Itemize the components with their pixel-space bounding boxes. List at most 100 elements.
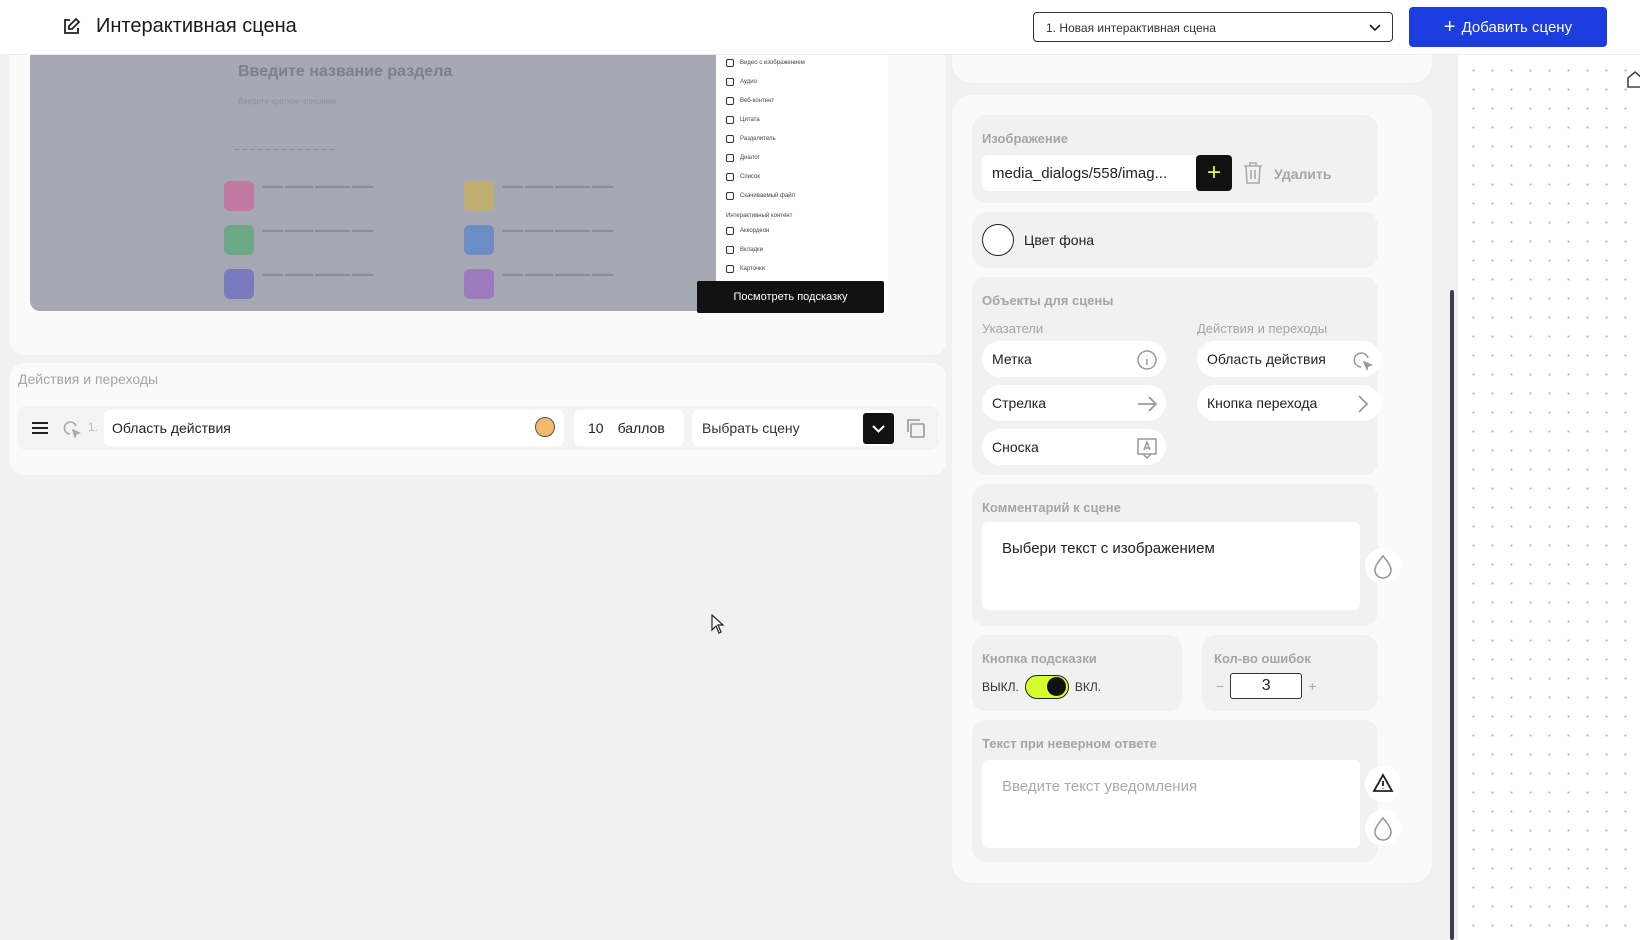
scene-preview-image[interactable]: Введите название раздела Введите краткое… xyxy=(30,55,716,311)
errors-count-label: Кол-во ошибок xyxy=(1214,651,1311,666)
object-marker[interactable]: Метка xyxy=(982,341,1166,377)
dot-grid-canvas xyxy=(1458,55,1640,940)
image-file-field[interactable]: media_dialogs/558/imag... xyxy=(982,155,1202,191)
plus-icon: + xyxy=(1443,16,1456,38)
preview-menu-item: Список xyxy=(726,173,760,181)
drop-icon[interactable] xyxy=(1365,810,1401,846)
preview-menu-item: Скачиваемый файл xyxy=(726,192,795,200)
right-panel-top xyxy=(952,55,1432,83)
object-transition-label: Кнопка перехода xyxy=(1207,395,1318,411)
actions-section-label: Действия и переходы xyxy=(18,371,159,387)
toggle-knob xyxy=(1046,677,1066,696)
home-icon[interactable] xyxy=(1627,70,1640,88)
preview-block: ▬▬▬ ▬▬▬▬ ▬▬▬▬▬ ▬▬▬ xyxy=(464,269,704,305)
page-title: Интерактивная сцена xyxy=(96,15,297,37)
action-name-input[interactable]: Область действия xyxy=(104,410,564,446)
background-color-picker[interactable] xyxy=(982,224,1014,256)
chevron-right-icon xyxy=(1358,395,1369,413)
view-hint-button[interactable]: Посмотреть подсказку xyxy=(697,281,884,313)
wrong-answer-input[interactable]: Введите текст уведомления xyxy=(982,760,1360,848)
comment-input[interactable]: Выбери текст с изображением xyxy=(982,522,1360,610)
comment-label: Комментарий к сцене xyxy=(982,500,1121,515)
image-block: Изображение media_dialogs/558/imag... + … xyxy=(972,115,1378,203)
arrow-right-icon xyxy=(1138,396,1158,412)
preview-menu-item: Карточки xyxy=(726,265,765,273)
chevron-down-icon xyxy=(1369,24,1381,32)
scrollbar[interactable] xyxy=(1450,290,1454,940)
mouse-cursor-icon xyxy=(711,614,725,634)
increment-button[interactable]: + xyxy=(1308,678,1316,694)
add-image-button[interactable]: + xyxy=(1196,155,1232,191)
preview-menu-item: Аудио xyxy=(726,78,757,86)
preview-block: ▬▬▬ ▬▬▬▬ ▬▬▬▬▬ ▬▬▬ xyxy=(224,269,464,305)
object-marker-label: Метка xyxy=(992,351,1032,367)
action-color-picker[interactable] xyxy=(535,417,555,437)
warning-icon[interactable] xyxy=(1365,766,1401,802)
points-unit: баллов xyxy=(617,420,665,436)
toggle-on-label: ВКЛ. xyxy=(1074,680,1102,694)
object-arrow[interactable]: Стрелка xyxy=(982,385,1166,421)
actions-card: Действия и переходы 1. Область действия … xyxy=(10,363,946,475)
decrement-button[interactable]: − xyxy=(1216,678,1224,694)
trash-icon[interactable] xyxy=(1242,161,1264,185)
add-scene-label: Добавить сцену xyxy=(1461,18,1573,36)
add-scene-button[interactable]: + Добавить сцену xyxy=(1409,7,1607,47)
hint-button-block: Кнопка подсказки ВЫКЛ. ВКЛ. xyxy=(972,635,1182,711)
actions-transitions-label: Действия и переходы xyxy=(1197,321,1328,336)
action-index: 1. xyxy=(88,420,99,434)
comment-block: Комментарий к сцене Выбери текст с изобр… xyxy=(972,484,1401,626)
object-callout[interactable]: Сноска xyxy=(982,429,1166,465)
preview-menu-item: Видео с изображением xyxy=(726,59,805,67)
preview-section-title: Введите название раздела xyxy=(238,63,453,80)
preview-section-subtitle: Введите краткое описание xyxy=(238,97,337,106)
preview-menu-item: Цитата xyxy=(726,116,760,124)
hint-button-label: Кнопка подсказки xyxy=(982,651,1097,666)
scene-objects-label: Объекты для сцены xyxy=(982,293,1114,308)
callout-icon xyxy=(1137,438,1157,459)
points-value: 10 xyxy=(588,420,604,436)
object-arrow-label: Стрелка xyxy=(992,395,1047,411)
object-transition-button[interactable]: Кнопка перехода xyxy=(1197,385,1381,421)
edit-icon[interactable] xyxy=(61,17,81,37)
background-block: Цвет фона xyxy=(972,212,1378,268)
scene-objects-block: Объекты для сцены Указатели Действия и п… xyxy=(972,277,1381,475)
action-area-icon xyxy=(63,421,81,438)
preview-block: ▬▬▬ ▬▬▬▬ ▬▬▬▬▬ ▬▬▬ xyxy=(464,181,704,217)
chevron-down-icon xyxy=(872,425,885,433)
scene-settings-panel: Изображение media_dialogs/558/imag... + … xyxy=(952,95,1432,883)
action-area-icon xyxy=(1353,352,1373,371)
drop-icon[interactable] xyxy=(1365,548,1401,584)
pointers-label: Указатели xyxy=(982,321,1044,336)
copy-icon[interactable] xyxy=(904,417,926,439)
action-points-field[interactable]: 10 баллов xyxy=(574,410,684,446)
hint-toggle[interactable] xyxy=(1024,675,1069,699)
plus-icon: + xyxy=(1206,159,1221,186)
errors-count-input[interactable]: 3 xyxy=(1230,673,1303,699)
preview-block: ▬▬▬ ▬▬▬▬ ▬▬▬▬▬ ▬▬▬ xyxy=(224,181,464,217)
preview-link: ─ ─ ─ ─ ─ ─ ─ ─ ─ ─ ─ ─ ─ xyxy=(234,145,335,154)
preview-menu-item: Веб-контент xyxy=(726,97,774,105)
scene-select[interactable]: 1. Новая интерактивная сцена xyxy=(1033,12,1393,42)
delete-image-button[interactable]: Удалить xyxy=(1274,166,1331,182)
preview-menu-item: Вкладки xyxy=(726,246,763,254)
preview-menu-item: Аккордеон xyxy=(726,227,769,235)
wrong-answer-block: Текст при неверном ответе Введите текст … xyxy=(972,720,1401,862)
preview-menu-heading: Интерактивный контент xyxy=(726,213,793,219)
errors-count-block: Кол-во ошибок − 3 + xyxy=(1202,635,1378,711)
image-label: Изображение xyxy=(982,131,1068,146)
info-icon xyxy=(1137,350,1157,370)
preview-menu-item: Разделитель xyxy=(726,135,776,143)
preview-menu-item: Диалог xyxy=(726,154,760,162)
wrong-answer-label: Текст при неверном ответе xyxy=(982,736,1157,751)
target-scene-select[interactable]: Выбрать сцену xyxy=(692,410,894,446)
background-label: Цвет фона xyxy=(1024,232,1095,248)
object-action-area-label: Область действия xyxy=(1207,351,1326,367)
target-scene-dropdown-button[interactable] xyxy=(863,413,894,444)
drag-handle-icon[interactable] xyxy=(31,421,49,435)
preview-block: ▬▬▬ ▬▬▬▬ ▬▬▬▬▬ ▬▬▬ xyxy=(464,225,704,261)
object-action-area[interactable]: Область действия xyxy=(1197,341,1381,377)
scene-select-value: 1. Новая интерактивная сцена xyxy=(1046,21,1216,35)
object-callout-label: Сноска xyxy=(992,439,1039,455)
preview-block: ▬▬▬ ▬▬▬▬ ▬▬▬▬▬ ▬▬▬ xyxy=(224,225,464,261)
target-scene-placeholder: Выбрать сцену xyxy=(702,420,800,436)
